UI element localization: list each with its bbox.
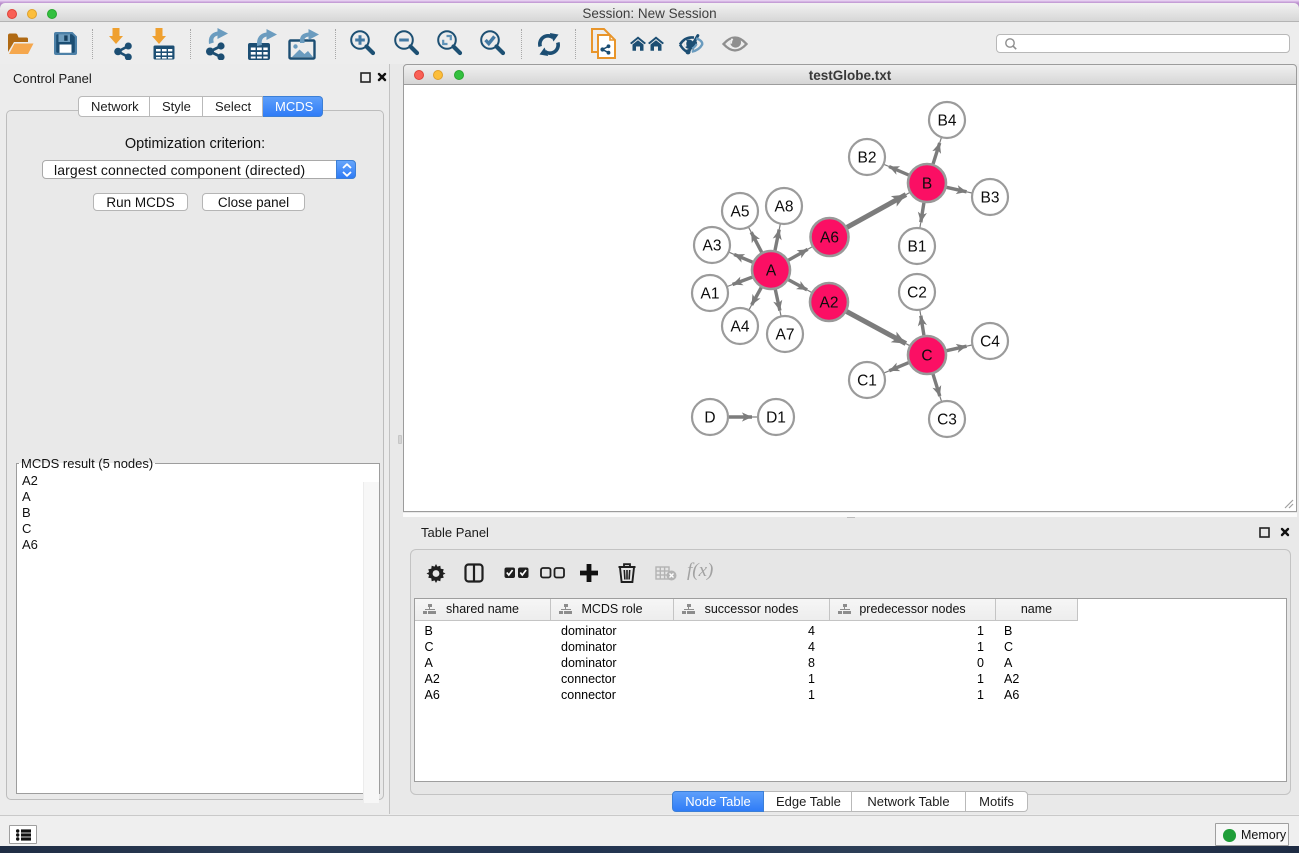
svg-text:D: D <box>704 410 715 427</box>
svg-text:A3: A3 <box>703 238 722 255</box>
svg-text:A: A <box>766 263 777 280</box>
svg-text:C4: C4 <box>980 334 1000 351</box>
svg-text:A8: A8 <box>775 199 794 216</box>
svg-text:B: B <box>922 176 932 193</box>
svg-text:C2: C2 <box>907 285 927 302</box>
svg-text:C3: C3 <box>937 412 957 429</box>
svg-text:A7: A7 <box>776 327 795 344</box>
svg-text:A5: A5 <box>731 204 750 221</box>
svg-text:A1: A1 <box>701 286 720 303</box>
svg-text:B4: B4 <box>938 113 957 130</box>
svg-text:B1: B1 <box>908 239 927 256</box>
svg-text:C: C <box>921 348 932 365</box>
svg-text:B2: B2 <box>858 150 877 167</box>
svg-text:A4: A4 <box>731 319 750 336</box>
svg-text:D1: D1 <box>766 410 786 427</box>
svg-text:C1: C1 <box>857 373 877 390</box>
svg-text:A2: A2 <box>820 295 839 312</box>
svg-text:B3: B3 <box>981 190 1000 207</box>
svg-text:A6: A6 <box>820 230 839 247</box>
